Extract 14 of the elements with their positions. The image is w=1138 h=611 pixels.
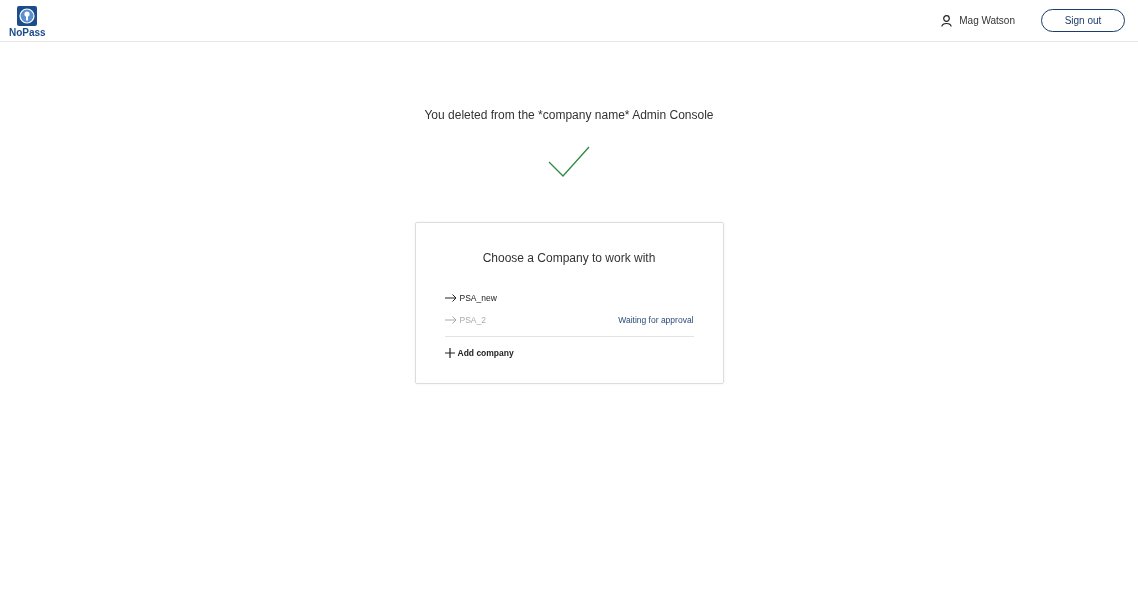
arrow-icon	[444, 294, 457, 302]
card-title: Choose a Company to work with	[481, 251, 657, 265]
keyhole-logo-icon	[17, 6, 38, 26]
company-link[interactable]: PSA_new	[444, 293, 497, 303]
logo-text: NoPass	[9, 27, 46, 38]
arrow-icon	[444, 316, 457, 324]
sign-out-button[interactable]: Sign out	[1041, 9, 1125, 32]
confirmation-message: You deleted from the *company name* Admin Console	[424, 108, 714, 122]
checkmark-icon	[548, 146, 590, 177]
user-icon	[941, 14, 953, 27]
status-text: Waiting for approval	[618, 315, 694, 325]
user-name: Mag Watson	[959, 15, 1015, 26]
add-company-link[interactable]: Add company	[444, 348, 514, 358]
plus-icon	[444, 348, 455, 358]
